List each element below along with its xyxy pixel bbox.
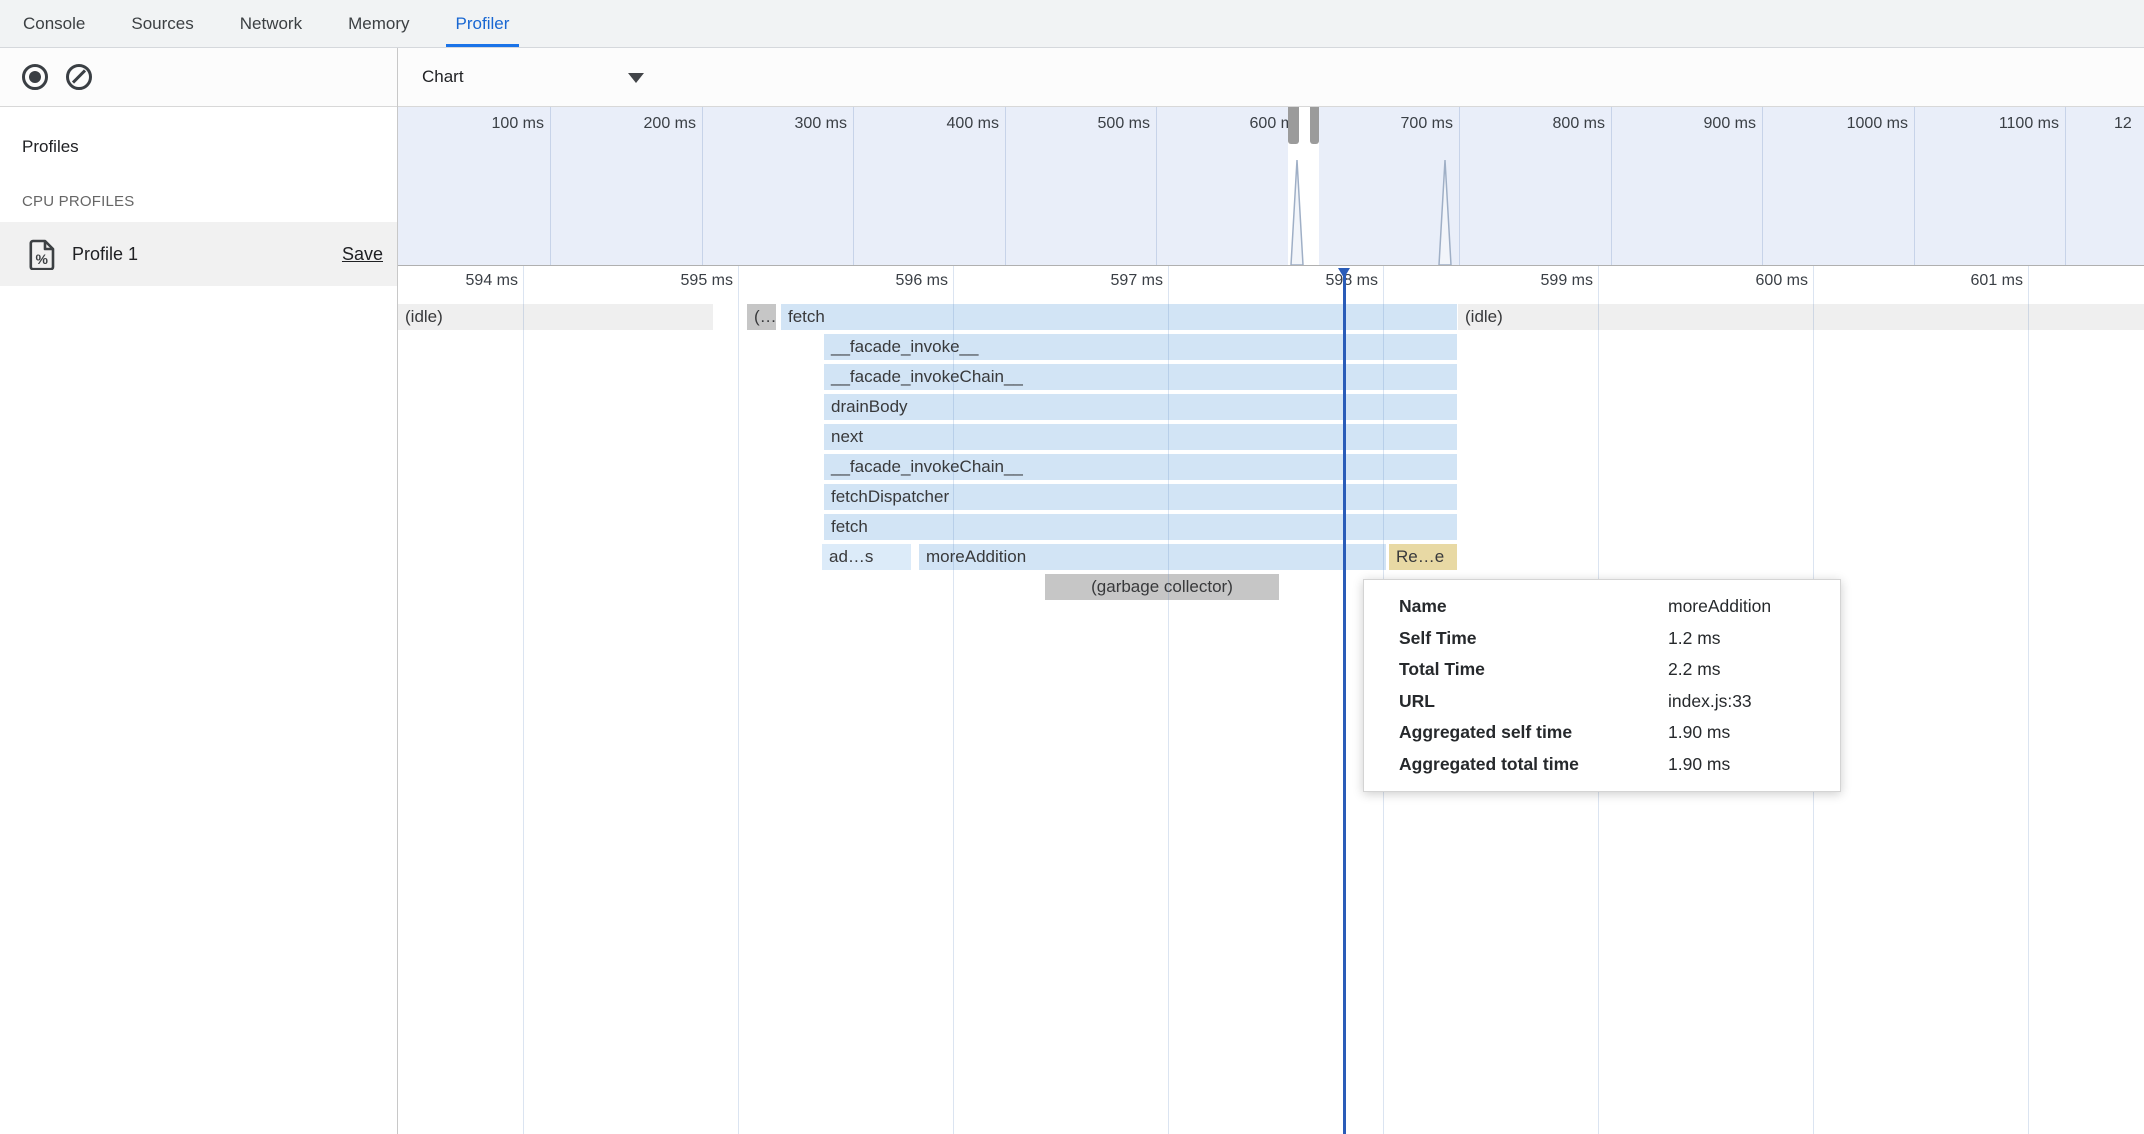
flame-frame[interactable]: __facade_invoke__ <box>824 334 1457 360</box>
clear-icon[interactable] <box>66 64 92 90</box>
overview-gridline <box>1762 107 1763 265</box>
flame-frame[interactable]: __facade_invokeChain__ <box>824 454 1457 480</box>
save-profile-link[interactable]: Save <box>342 244 383 265</box>
flame-frame[interactable]: (idle) <box>398 304 713 330</box>
view-mode-label: Chart <box>422 67 464 86</box>
tooltip-row-label: Self Time <box>1399 623 1668 655</box>
overview-tick-label: 200 ms <box>586 115 696 133</box>
profile-list-item[interactable]: % Profile 1 Save <box>0 222 397 286</box>
flame-gridline <box>2028 266 2029 1134</box>
tooltip-row-label: Aggregated total time <box>1399 749 1668 781</box>
tooltip-row-value: moreAddition <box>1668 591 1840 623</box>
tooltip-row-label: URL <box>1399 686 1668 718</box>
view-toolbar: Chart <box>398 48 2144 107</box>
flame-frame[interactable]: fetchDispatcher <box>824 484 1457 510</box>
ruler-tick-label: 598 ms <box>1258 272 1378 290</box>
ruler-tick-label: 597 ms <box>1043 272 1163 290</box>
overview-tick-label: 100 ms <box>434 115 544 133</box>
svg-text:%: % <box>36 251 49 267</box>
flame-frame[interactable]: (garbage collector) <box>1045 574 1279 600</box>
timeline-overview[interactable]: 100 ms 200 ms 300 ms 400 ms 500 ms 600 ms 700 … <box>398 107 2144 266</box>
flame-frame[interactable]: next <box>824 424 1457 450</box>
profile-name: Profile 1 <box>72 244 326 265</box>
tab-memory[interactable]: Memory <box>338 0 419 47</box>
flame-frame[interactable]: moreAddition <box>919 544 1386 570</box>
flame-gridline <box>738 266 739 1134</box>
overview-gridline <box>550 107 551 265</box>
flame-frame[interactable]: fetch <box>781 304 1457 330</box>
profiler-toolbar <box>0 48 397 107</box>
tooltip-row: Aggregated total time1.90 ms <box>1399 749 1840 781</box>
overview-tick-label: 500 ms <box>1040 115 1150 133</box>
overview-gridline <box>2065 107 2066 265</box>
overview-gridline <box>702 107 703 265</box>
tooltip-row-label: Aggregated self time <box>1399 717 1668 749</box>
tab-console[interactable]: Console <box>13 0 95 47</box>
overview-gridline <box>1459 107 1460 265</box>
ruler-tick-label: 600 ms <box>1688 272 1808 290</box>
flame-frame[interactable]: (… <box>747 304 776 330</box>
tooltip-row-label: Name <box>1399 591 1668 623</box>
ruler-tick-label: 599 ms <box>1473 272 1593 290</box>
flame-frame[interactable]: Re…e <box>1389 544 1457 570</box>
overview-gridline <box>1611 107 1612 265</box>
tooltip-row: Self Time1.2 ms <box>1399 623 1840 655</box>
overview-tick-label: 700 ms <box>1343 115 1453 133</box>
overview-tick-label-clipped: 12 <box>2114 115 2132 133</box>
profiles-title: Profiles <box>22 137 397 157</box>
ruler-tick-label: 595 ms <box>613 272 733 290</box>
playhead-marker-icon <box>1338 268 1350 278</box>
flame-gridline <box>953 266 954 1134</box>
overview-gridline <box>1005 107 1006 265</box>
chevron-down-icon <box>628 73 644 83</box>
ruler-tick-label: 594 ms <box>398 272 518 290</box>
tooltip-row-value: index.js:33 <box>1668 686 1840 718</box>
tooltip-row: Total Time2.2 ms <box>1399 654 1840 686</box>
overview-selection-handle-left[interactable] <box>1288 107 1299 144</box>
percent-document-icon: % <box>29 239 56 270</box>
cpu-activity-spike <box>1290 157 1304 266</box>
tooltip-row: Aggregated self time1.90 ms <box>1399 717 1840 749</box>
overview-gridline <box>853 107 854 265</box>
flame-frame[interactable]: fetch <box>824 514 1457 540</box>
tooltip-row-value: 1.90 ms <box>1668 717 1840 749</box>
overview-tick-label: 300 ms <box>737 115 847 133</box>
tooltip-row-label: Total Time <box>1399 654 1668 686</box>
flame-chart: 594 ms 595 ms 596 ms 597 ms 598 ms 599 ms 600 … <box>398 266 2144 1134</box>
frame-tooltip: NamemoreAdditionSelf Time1.2 msTotal Tim… <box>1363 579 1841 792</box>
overview-selection-handle-right[interactable] <box>1310 107 1319 144</box>
playhead-line <box>1343 268 1346 1134</box>
cpu-profiles-section-label: CPU PROFILES <box>22 193 397 210</box>
tooltip-row-value: 1.90 ms <box>1668 749 1840 781</box>
tab-sources[interactable]: Sources <box>121 0 203 47</box>
devtools-tab-bar: Console Sources Network Memory Profiler <box>0 0 2144 48</box>
record-icon[interactable] <box>22 64 48 90</box>
tooltip-row: NamemoreAddition <box>1399 591 1840 623</box>
tooltip-row-value: 2.2 ms <box>1668 654 1840 686</box>
tooltip-row-value: 1.2 ms <box>1668 623 1840 655</box>
flame-gridline <box>523 266 524 1134</box>
tab-profiler[interactable]: Profiler <box>446 0 520 47</box>
ruler-tick-label: 596 ms <box>828 272 948 290</box>
overview-tick-label: 900 ms <box>1646 115 1756 133</box>
flame-frame[interactable]: __facade_invokeChain__ <box>824 364 1457 390</box>
flame-gridline <box>1168 266 1169 1134</box>
flame-frame[interactable]: drainBody <box>824 394 1457 420</box>
ruler-tick-label: 601 ms <box>1903 272 2023 290</box>
cpu-activity-spike <box>1438 157 1452 266</box>
overview-gridline <box>1156 107 1157 265</box>
flame-frame[interactable]: (idle) <box>1458 304 2144 330</box>
overview-tick-label: 600 ms <box>1192 115 1302 133</box>
overview-tick-label: 1000 ms <box>1798 115 1908 133</box>
overview-gridline <box>1914 107 1915 265</box>
overview-tick-label: 800 ms <box>1495 115 1605 133</box>
view-mode-dropdown[interactable]: Chart <box>422 62 652 92</box>
profiler-main-panel: Chart 100 ms 200 ms 300 ms 400 ms 500 ms 600 … <box>398 48 2144 1134</box>
overview-tick-label: 400 ms <box>889 115 999 133</box>
tooltip-row: URLindex.js:33 <box>1399 686 1840 718</box>
overview-tick-label: 1100 ms <box>1949 115 2059 133</box>
profiles-sidebar: Profiles CPU PROFILES % Profile 1 Save <box>0 48 398 1134</box>
flame-frame[interactable]: ad…s <box>822 544 911 570</box>
tab-network[interactable]: Network <box>230 0 312 47</box>
